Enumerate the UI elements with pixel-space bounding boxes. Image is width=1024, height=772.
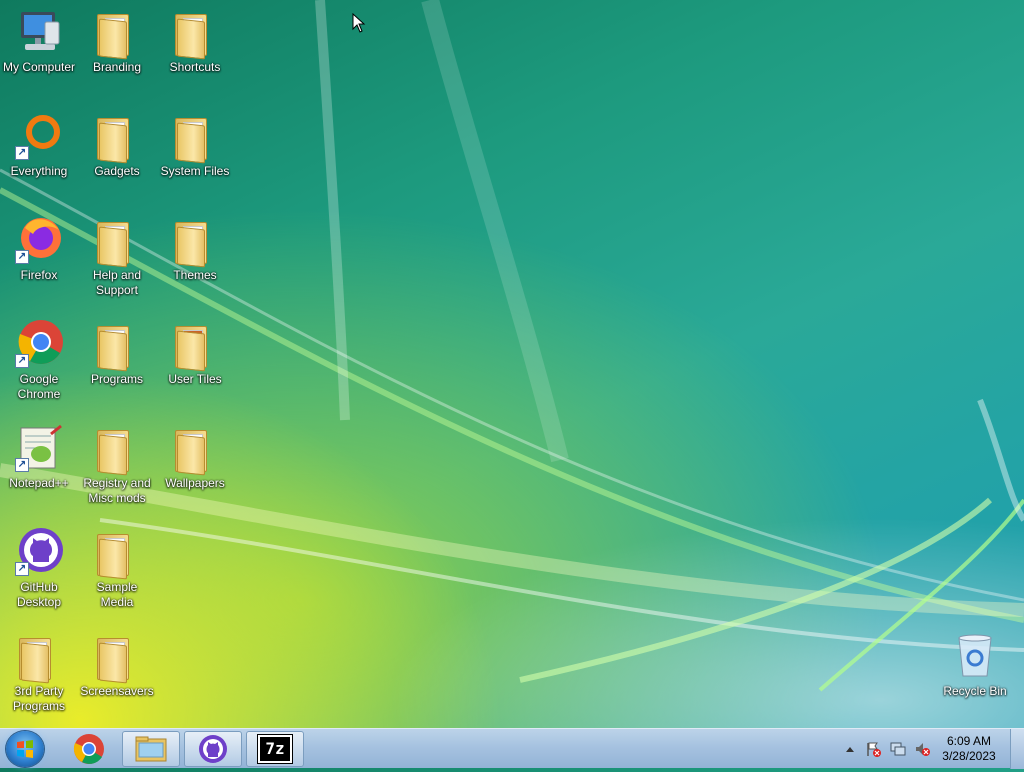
- recycle-bin-icon: [951, 632, 999, 680]
- icon-label: Recycle Bin: [943, 684, 1007, 698]
- icon-label: Notepad++: [9, 476, 69, 490]
- desktop-icon-everything[interactable]: ↗ Everything: [0, 112, 78, 179]
- desktop-icon-recycle-bin[interactable]: Recycle Bin: [936, 632, 1014, 699]
- icon-label: Themes: [173, 268, 217, 282]
- network-icon[interactable]: [890, 741, 906, 757]
- folder-icon: [171, 112, 219, 164]
- file-explorer-icon: [135, 736, 167, 762]
- icon-label: Branding: [92, 60, 142, 74]
- system-clock[interactable]: 6:09 AM 3/28/2023: [936, 734, 1002, 764]
- github-desktop-icon: ↗: [15, 528, 63, 576]
- 7zip-label: 7z: [265, 739, 285, 758]
- folder-icon: [93, 424, 141, 476]
- desktop-icon-wallpapers[interactable]: Wallpapers: [156, 424, 234, 491]
- taskbar-github-desktop-button[interactable]: [184, 731, 242, 767]
- desktop-icon-google-chrome[interactable]: ↗ Google Chrome: [0, 320, 78, 402]
- clock-date: 3/28/2023: [942, 749, 996, 763]
- desktop-icon-gadgets[interactable]: Gadgets: [78, 112, 156, 179]
- icon-label: Wallpapers: [165, 476, 225, 490]
- notepad-plus-plus-icon: ↗: [15, 424, 63, 472]
- taskbar-7zip-button[interactable]: 7z: [246, 731, 304, 767]
- icon-label: Sample Media: [96, 580, 138, 609]
- 7zip-icon: 7z: [257, 734, 293, 764]
- taskbar-file-explorer-button[interactable]: [122, 731, 180, 767]
- folder-icon: [93, 8, 141, 60]
- github-desktop-icon: [199, 735, 227, 763]
- folder-icon: [171, 424, 219, 476]
- shortcut-arrow-icon: ↗: [15, 250, 29, 264]
- icon-label: Screensavers: [80, 684, 154, 698]
- icon-label: Google Chrome: [17, 372, 61, 401]
- windows-logo-icon: [17, 740, 33, 758]
- desktop-icon-branding[interactable]: Branding: [78, 8, 156, 75]
- desktop: My Computer ↗ Everything ↗ Firefox ↗ Goo…: [0, 0, 1024, 728]
- taskbar: 7z 6:09 AM 3/28/2023: [0, 728, 1024, 769]
- icon-label: Gadgets: [94, 164, 140, 178]
- folder-icon: [93, 112, 141, 164]
- icon-label: 3rd Party Programs: [12, 684, 65, 713]
- desktop-icon-firefox[interactable]: ↗ Firefox: [0, 216, 78, 283]
- shortcut-arrow-icon: ↗: [15, 458, 29, 472]
- computer-icon: [15, 8, 63, 56]
- desktop-icon-3rd-party-programs[interactable]: 3rd Party Programs: [0, 632, 78, 714]
- show-desktop-button[interactable]: [1010, 729, 1024, 769]
- desktop-icon-github-desktop[interactable]: ↗ GitHub Desktop: [0, 528, 78, 610]
- desktop-icon-programs[interactable]: Programs: [78, 320, 156, 387]
- shortcut-arrow-icon: ↗: [15, 562, 29, 576]
- desktop-icon-screensavers[interactable]: Screensavers: [78, 632, 156, 699]
- clock-time: 6:09 AM: [946, 734, 992, 748]
- icon-label: GitHub Desktop: [16, 580, 62, 609]
- icon-label: My Computer: [2, 60, 76, 74]
- show-hidden-icons-arrow[interactable]: [845, 745, 855, 753]
- folder-icon: [93, 632, 141, 684]
- icon-label: User Tiles: [168, 372, 222, 386]
- desktop-icon-notepad-plus-plus[interactable]: ↗ Notepad++: [0, 424, 78, 491]
- everything-app-icon: ↗: [15, 112, 63, 160]
- folder-icon: [171, 216, 219, 268]
- action-center-flag-icon[interactable]: [865, 741, 881, 757]
- folder-icon: [93, 528, 141, 580]
- desktop-icon-my-computer[interactable]: My Computer: [0, 8, 78, 75]
- folder-icon: [93, 320, 141, 372]
- desktop-icon-system-files[interactable]: System Files: [156, 112, 234, 179]
- folder-icon: [171, 320, 219, 372]
- icon-label: Registry and Misc mods: [83, 476, 151, 505]
- folder-icon: [15, 632, 63, 684]
- desktop-icon-user-tiles[interactable]: User Tiles: [156, 320, 234, 387]
- shortcut-arrow-icon: ↗: [15, 146, 29, 160]
- icon-label: Everything: [10, 164, 68, 178]
- chrome-icon: [73, 734, 104, 764]
- folder-icon: [171, 8, 219, 60]
- desktop-icon-sample-media[interactable]: Sample Media: [78, 528, 156, 610]
- volume-muted-icon[interactable]: [914, 741, 930, 757]
- desktop-icon-shortcuts[interactable]: Shortcuts: [156, 8, 234, 75]
- desktop-icon-help-and-support[interactable]: Help and Support: [78, 216, 156, 298]
- icon-label: System Files: [160, 164, 230, 178]
- folder-icon: [93, 216, 141, 268]
- desktop-icon-themes[interactable]: Themes: [156, 216, 234, 283]
- icon-label: Firefox: [20, 268, 58, 282]
- icon-label: Help and Support: [92, 268, 142, 297]
- desktop-icon-registry-and-misc-mods[interactable]: Registry and Misc mods: [78, 424, 156, 506]
- shortcut-arrow-icon: ↗: [15, 354, 29, 368]
- icon-label: Shortcuts: [169, 60, 221, 74]
- taskbar-chrome-button[interactable]: [60, 731, 118, 767]
- icon-label: Programs: [90, 372, 143, 386]
- chrome-icon: ↗: [15, 320, 63, 368]
- firefox-icon: ↗: [15, 216, 63, 264]
- start-button[interactable]: [6, 731, 44, 767]
